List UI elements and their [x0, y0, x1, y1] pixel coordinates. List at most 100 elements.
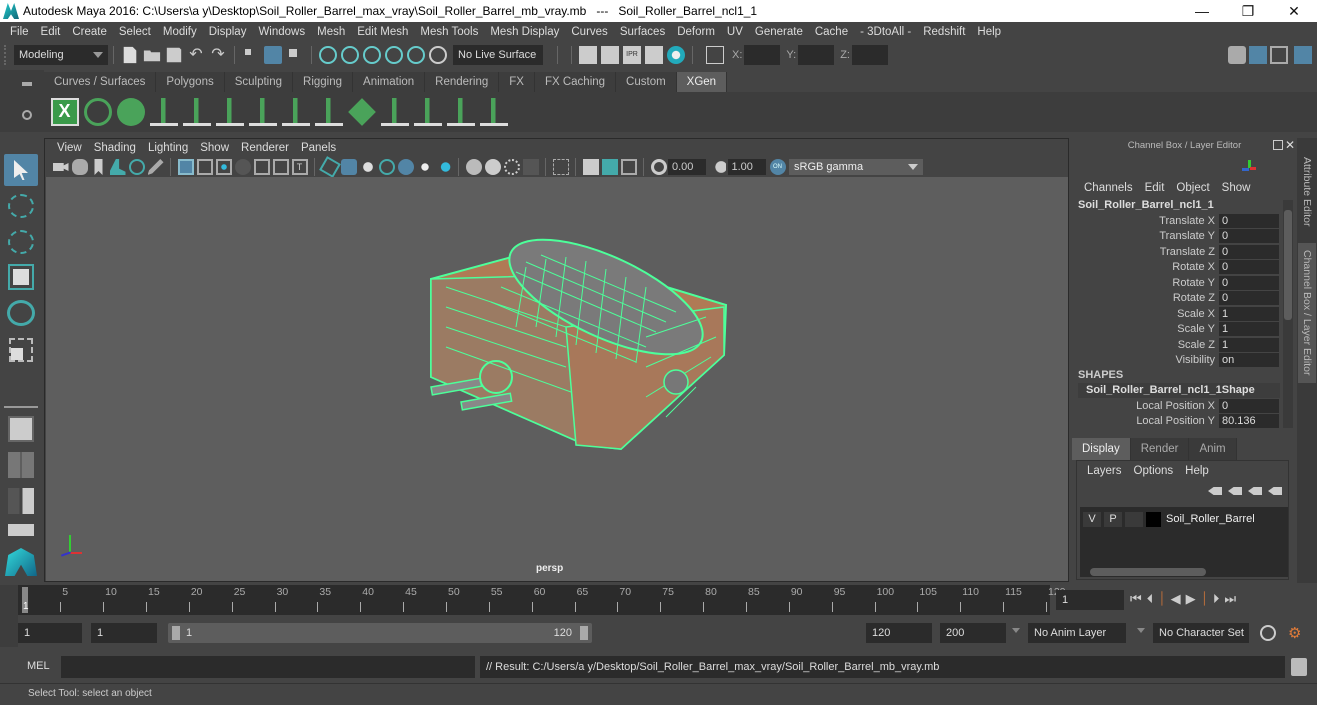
channel-box-tab[interactable]: Channel Box / Layer Editor: [1298, 243, 1316, 383]
channel-value[interactable]: 1: [1219, 337, 1279, 352]
step-back-key-icon[interactable]: ⏴: [1147, 591, 1154, 607]
step-back-frame-icon[interactable]: ⏐: [1158, 591, 1165, 607]
manipulator-axis-icon[interactable]: [1242, 160, 1256, 174]
menu-edit[interactable]: Edit: [35, 26, 67, 38]
wireframe-on-shaded-icon[interactable]: [378, 159, 395, 175]
layer-display-type-toggle[interactable]: [1125, 511, 1143, 527]
rotate-guide-icon[interactable]: [248, 98, 277, 126]
gate-mask-icon[interactable]: [234, 159, 251, 175]
modeling-toolkit-icon[interactable]: [1228, 46, 1246, 64]
channel-menu-show[interactable]: Show: [1216, 182, 1257, 194]
lasso-tool-icon[interactable]: [8, 194, 34, 218]
smooth-shade-all-icon[interactable]: [340, 159, 357, 175]
exposure-field[interactable]: 0.00: [668, 159, 706, 175]
preview-icon[interactable]: [83, 98, 112, 126]
layer-playback-toggle[interactable]: P: [1104, 511, 1122, 527]
minimize-button[interactable]: —: [1179, 0, 1225, 22]
channel-value[interactable]: 0: [1219, 398, 1279, 413]
y-input[interactable]: [798, 45, 835, 65]
move-tool-icon[interactable]: [8, 264, 34, 290]
range-start-handle[interactable]: [172, 626, 180, 640]
place-guides-icon[interactable]: [182, 98, 211, 126]
menu-curves[interactable]: Curves: [565, 26, 613, 38]
transform-input-mode-icon[interactable]: [706, 46, 724, 64]
menu-mesh[interactable]: Mesh: [311, 26, 351, 38]
menu-mesh-display[interactable]: Mesh Display: [484, 26, 565, 38]
clear-preview-icon[interactable]: [116, 98, 145, 126]
grease-pencil-icon[interactable]: [147, 159, 164, 175]
shelf-tab-rendering[interactable]: Rendering: [425, 72, 500, 92]
select-by-component-icon[interactable]: [286, 46, 304, 64]
lock-guide-icon[interactable]: [281, 98, 310, 126]
field-chart-icon[interactable]: [253, 159, 270, 175]
anim-layer-dropdown[interactable]: No Anim Layer: [1028, 623, 1126, 643]
shelf-tab-polygons[interactable]: Polygons: [156, 72, 225, 92]
safe-title-icon[interactable]: T: [291, 159, 308, 175]
maximize-button[interactable]: ❐: [1225, 0, 1271, 22]
menu-create[interactable]: Create: [66, 26, 113, 38]
tool-settings-toggle-icon[interactable]: [1270, 46, 1288, 64]
channel-value[interactable]: 0: [1219, 229, 1279, 244]
snap-to-point-icon[interactable]: [363, 46, 381, 64]
select-by-hierarchy-icon[interactable]: [242, 46, 260, 64]
z-input[interactable]: [851, 45, 888, 65]
shelf-tab-fx-caching[interactable]: FX Caching: [534, 72, 617, 92]
menu-modify[interactable]: Modify: [157, 26, 203, 38]
isolate-select-icon[interactable]: [552, 159, 569, 175]
channel-value[interactable]: 1: [1219, 306, 1279, 321]
time-slider[interactable]: 1 5 10 15 20 25 30 35 40 45 50 55 60 65 70 75 80 85 90 95 1…: [18, 585, 1066, 615]
multisample-aa-icon[interactable]: [503, 159, 520, 175]
menu-mesh-tools[interactable]: Mesh Tools: [414, 26, 484, 38]
channel-label[interactable]: Scale Z: [1072, 339, 1219, 351]
channel-menu-channels[interactable]: Channels: [1078, 182, 1139, 194]
menu-deform[interactable]: Deform: [671, 26, 721, 38]
make-live-icon[interactable]: [407, 46, 425, 64]
panel-menu-panels[interactable]: Panels: [295, 142, 342, 154]
layer-tab-display[interactable]: Display: [1072, 438, 1131, 460]
new-layer-icon[interactable]: [1248, 487, 1262, 495]
channel-menu-object[interactable]: Object: [1170, 182, 1215, 194]
paint-select-tool-icon[interactable]: [8, 230, 34, 254]
channel-value[interactable]: on: [1219, 353, 1279, 368]
close-panel-icon[interactable]: ✕: [1285, 138, 1295, 152]
color-management-toggle[interactable]: ON: [769, 159, 786, 175]
camera-attributes-icon[interactable]: [71, 159, 88, 175]
channel-label[interactable]: Scale X: [1072, 308, 1219, 320]
shelf-tabs-menu-icon[interactable]: [22, 82, 32, 86]
attribute-editor-tab[interactable]: Attribute Editor: [1298, 144, 1316, 240]
layer-tab-render[interactable]: Render: [1130, 438, 1190, 460]
shelf-tab-xgen[interactable]: XGen: [676, 72, 728, 92]
bookmark-icon[interactable]: [94, 159, 103, 175]
character-set-chevron-icon[interactable]: [1137, 628, 1145, 633]
layer-menu-help[interactable]: Help: [1179, 465, 1215, 477]
channel-value[interactable]: 0: [1219, 260, 1279, 275]
save-scene-icon[interactable]: [166, 47, 182, 63]
current-frame-field[interactable]: 1: [1056, 590, 1124, 610]
script-language-label[interactable]: MEL: [27, 660, 50, 672]
guides-to-curves-icon[interactable]: [314, 98, 343, 126]
menu-uv[interactable]: UV: [721, 26, 749, 38]
play-backwards-icon[interactable]: ◀: [1171, 591, 1181, 607]
close-button[interactable]: ✕: [1271, 0, 1317, 22]
channel-box-scrollbar[interactable]: [1283, 200, 1293, 428]
menu-select[interactable]: Select: [113, 26, 157, 38]
channel-label[interactable]: Translate X: [1072, 215, 1219, 227]
layer-row[interactable]: V P Soil_Roller_Barrel: [1080, 510, 1288, 528]
animation-preferences-icon[interactable]: ⚙: [1288, 624, 1301, 642]
shape-node-name[interactable]: Soil_Roller_Barrel_ncl1_1Shape: [1078, 383, 1280, 398]
new-layer-selected-icon[interactable]: [1268, 487, 1282, 495]
delete-guides-icon[interactable]: [479, 98, 508, 126]
render-settings-icon[interactable]: [645, 46, 663, 64]
scale-tool-icon[interactable]: [9, 338, 33, 362]
rotate-tool-icon[interactable]: [7, 300, 35, 326]
drag-handle[interactable]: [4, 45, 14, 65]
end-time-field[interactable]: 200: [940, 623, 1006, 643]
range-slider[interactable]: 1 120: [168, 623, 592, 643]
menu-help[interactable]: Help: [971, 26, 1007, 38]
layer-visibility-toggle[interactable]: V: [1083, 511, 1101, 527]
menu-generate[interactable]: Generate: [749, 26, 809, 38]
step-forward-frame-icon[interactable]: ⏐: [1201, 591, 1208, 607]
menu-cache[interactable]: Cache: [809, 26, 854, 38]
menu-redshift[interactable]: Redshift: [917, 26, 971, 38]
scrollbar-thumb[interactable]: [1284, 210, 1292, 320]
